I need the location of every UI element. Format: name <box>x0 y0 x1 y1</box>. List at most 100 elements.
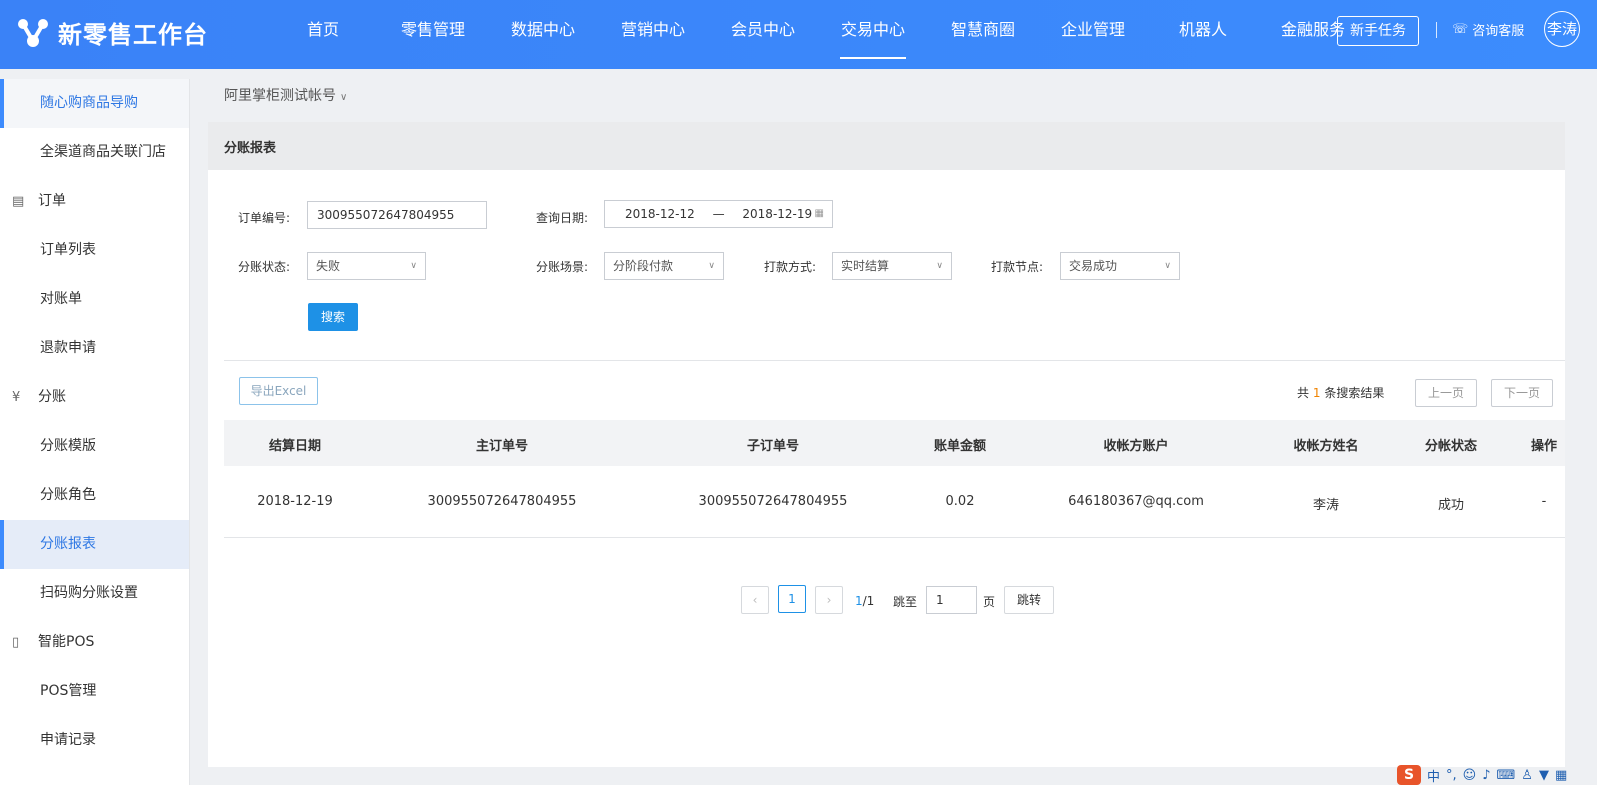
cell-status: 成功 <box>1437 498 1465 513</box>
result-count-number: 1 <box>1312 386 1321 400</box>
nav-item-member[interactable]: 会员中心 <box>708 0 818 69</box>
keyboard-icon[interactable]: ⌨ <box>1497 768 1516 783</box>
sidebar-group-label: 智能POS <box>38 634 95 650</box>
main-nav: 首页 零售管理 数据中心 营销中心 会员中心 交易中心 智慧商圈 企业管理 机器… <box>268 0 1368 69</box>
yen-icon: ¥ <box>12 390 21 405</box>
split-status-label: 分账状态: <box>238 260 291 274</box>
nav-item-data[interactable]: 数据中心 <box>488 0 598 69</box>
nav-item-enterprise[interactable]: 企业管理 <box>1038 0 1148 69</box>
sidebar-item-split-role[interactable]: 分账角色 <box>0 471 189 520</box>
app-title: 新零售工作台 <box>58 20 208 49</box>
next-page-button[interactable]: 下一页 <box>1491 379 1553 407</box>
col-header-settle-date: 结算日期 <box>268 439 322 454</box>
split-scene-label: 分账场景: <box>536 260 589 274</box>
pager-prev-button[interactable]: ‹ <box>741 586 769 614</box>
nav-item-home[interactable]: 首页 <box>268 0 378 69</box>
pay-method-select[interactable]: 实时结算 ∨ <box>832 252 952 280</box>
sidebar-group-orders[interactable]: ▤ 订单 <box>0 177 189 226</box>
sidebar-item-statement[interactable]: 对账单 <box>0 275 189 324</box>
consult-service-link[interactable]: ☏ 咨询客服 <box>1452 20 1524 39</box>
pay-method-value: 实时结算 <box>841 259 890 273</box>
sidebar-item-order-list[interactable]: 订单列表 <box>0 226 189 275</box>
calendar-icon: ▦ <box>814 208 824 219</box>
section-divider <box>224 360 1565 361</box>
pos-icon: ▯ <box>12 635 20 650</box>
col-header-action: 操作 <box>1530 439 1558 454</box>
nav-item-smart-district[interactable]: 智慧商圈 <box>928 0 1038 69</box>
search-button[interactable]: 搜索 <box>308 303 358 331</box>
sidebar-item-guided-shopping[interactable]: 随心购商品导购 <box>0 79 189 128</box>
split-status-value: 失败 <box>316 259 341 273</box>
export-excel-button[interactable]: 导出Excel <box>239 377 318 405</box>
pager-page-1[interactable]: 1 <box>778 585 806 613</box>
account-selector[interactable]: 阿里掌柜测试帐号 ∨ <box>224 85 347 105</box>
ime-punct[interactable]: °, <box>1446 768 1457 783</box>
split-scene-value: 分阶段付款 <box>613 259 674 273</box>
col-header-main-order: 主订单号 <box>475 439 529 454</box>
sidebar-group-pos[interactable]: ▯ 智能POS <box>0 618 189 667</box>
sogou-logo-icon[interactable]: S <box>1397 765 1421 785</box>
sidebar-item-omnichannel-stores[interactable]: 全渠道商品关联门店 <box>0 128 189 177</box>
pay-node-label: 打款节点: <box>991 260 1044 274</box>
sidebar-group-label: 订单 <box>38 193 66 209</box>
page-title: 分账报表 <box>224 141 277 156</box>
order-no-label: 订单编号: <box>238 211 291 225</box>
document-icon: ▤ <box>12 194 25 209</box>
table-header: 结算日期 主订单号 子订单号 账单金额 收帐方账户 收帐方姓名 分帐状态 操作 <box>224 420 1565 466</box>
user-icon[interactable]: ♙ <box>1521 768 1533 783</box>
pay-method-label: 打款方式: <box>764 260 817 274</box>
sidebar-group-split[interactable]: ¥ 分账 <box>0 373 189 422</box>
order-no-input[interactable]: 300955072647804955 <box>307 201 487 229</box>
sidebar-item-refund[interactable]: 退款申请 <box>0 324 189 373</box>
cell-main-order: 300955072647804955 <box>427 494 577 509</box>
shirt-icon[interactable]: ▼ <box>1539 768 1549 783</box>
sidebar-item-pos-manage[interactable]: POS管理 <box>0 667 189 716</box>
sidebar-group-label: 分账 <box>38 389 66 405</box>
sidebar-item-split-report[interactable]: 分账报表 <box>0 520 189 569</box>
col-header-payee-name: 收帐方姓名 <box>1293 439 1359 454</box>
new-task-button[interactable]: 新手任务 <box>1337 16 1419 46</box>
ime-mode[interactable]: 中 <box>1427 766 1440 785</box>
app-logo[interactable]: 新零售工作台 <box>16 14 208 50</box>
chevron-down-icon: ∨ <box>936 261 943 271</box>
page-fraction: 1/1 <box>855 594 874 608</box>
sidebar: 随心购商品导购 全渠道商品关联门店 ▤ 订单 订单列表 对账单 退款申请 ¥ 分… <box>0 79 190 785</box>
cell-action[interactable]: - <box>1542 494 1547 509</box>
sidebar-item-split-template[interactable]: 分账模版 <box>0 422 189 471</box>
date-separator: — <box>712 207 725 221</box>
pay-node-select[interactable]: 交易成功 ∨ <box>1060 252 1180 280</box>
grid-icon[interactable]: ▦ <box>1555 768 1567 783</box>
sidebar-item-apply-records[interactable]: 申请记录 <box>0 716 189 765</box>
chevron-down-icon: ∨ <box>1164 261 1171 271</box>
nav-item-robot[interactable]: 机器人 <box>1148 0 1258 69</box>
cell-amount: 0.02 <box>945 494 975 509</box>
date-range-picker[interactable]: 2018-12-12 — 2018-12-19 ▦ <box>604 200 833 228</box>
sidebar-item-scan-split-settings[interactable]: 扫码购分账设置 <box>0 569 189 618</box>
ime-tray: S 中 °, ☺ ♪ ⌨ ♙ ▼ ▦ <box>1397 765 1597 785</box>
pager-next-button[interactable]: › <box>815 586 843 614</box>
date-label: 查询日期: <box>536 211 589 225</box>
jump-button[interactable]: 跳转 <box>1004 586 1054 614</box>
page-fraction-total: /1 <box>862 594 875 608</box>
nav-item-marketing[interactable]: 营销中心 <box>598 0 708 69</box>
split-scene-select[interactable]: 分阶段付款 ∨ <box>604 252 724 280</box>
headset-icon: ☏ <box>1452 22 1469 37</box>
jump-prefix: 跳至 <box>893 595 918 609</box>
emoji-icon[interactable]: ☺ <box>1463 768 1477 783</box>
nav-item-retail[interactable]: 零售管理 <box>378 0 488 69</box>
col-header-sub-order: 子订单号 <box>746 439 800 454</box>
jump-page-input[interactable]: 1 <box>926 586 977 614</box>
cell-sub-order: 300955072647804955 <box>698 494 848 509</box>
split-status-select[interactable]: 失败 ∨ <box>307 252 426 280</box>
date-end: 2018-12-19 <box>742 207 813 221</box>
nav-item-trade[interactable]: 交易中心 <box>818 0 928 69</box>
chevron-down-icon: ∨ <box>708 261 715 271</box>
consult-label: 咨询客服 <box>1472 24 1525 39</box>
account-label: 阿里掌柜测试帐号 <box>224 88 336 104</box>
prev-page-button[interactable]: 上一页 <box>1415 379 1477 407</box>
microphone-icon[interactable]: ♪ <box>1482 768 1490 783</box>
result-count: 共 1 条搜索结果 <box>1297 384 1384 401</box>
result-prefix: 共 <box>1297 386 1310 400</box>
avatar[interactable]: 李涛 <box>1544 11 1580 47</box>
cell-payee-account: 646180367@qq.com <box>1068 494 1204 509</box>
